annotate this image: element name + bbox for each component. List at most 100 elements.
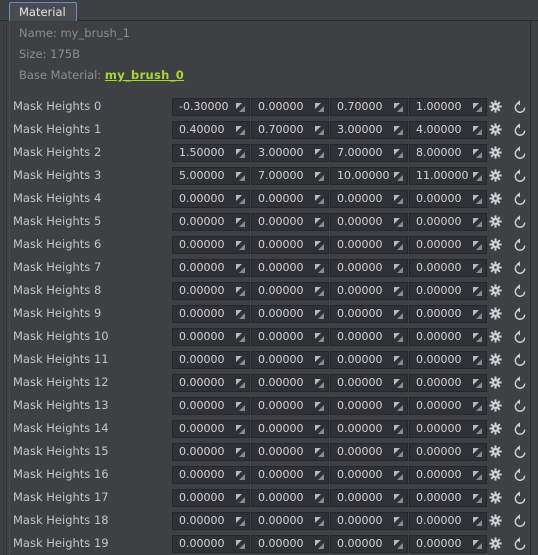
drag-spinner-icon[interactable] xyxy=(473,425,482,434)
drag-spinner-icon[interactable] xyxy=(473,126,482,135)
number-field[interactable]: 0.00000 xyxy=(330,443,408,461)
number-field[interactable]: 0.00000 xyxy=(409,443,487,461)
number-field[interactable]: 0.00000 xyxy=(172,282,250,300)
drag-spinner-icon[interactable] xyxy=(236,310,245,319)
number-field[interactable]: 0.00000 xyxy=(251,236,329,254)
reset-arrow-icon[interactable] xyxy=(512,259,527,276)
number-field[interactable]: 0.70000 xyxy=(330,98,408,116)
number-field[interactable]: 0.00000 xyxy=(251,328,329,346)
drag-spinner-icon[interactable] xyxy=(394,218,403,227)
number-field[interactable]: 0.00000 xyxy=(330,190,408,208)
reset-arrow-icon[interactable] xyxy=(512,374,527,391)
number-field[interactable]: 0.00000 xyxy=(251,397,329,415)
number-field[interactable]: 0.00000 xyxy=(409,305,487,323)
number-field[interactable]: 0.00000 xyxy=(172,305,250,323)
drag-spinner-icon[interactable] xyxy=(236,540,245,549)
number-field[interactable]: 5.00000 xyxy=(172,167,250,185)
number-field[interactable]: 0.00000 xyxy=(172,512,250,530)
number-field[interactable]: 0.00000 xyxy=(251,190,329,208)
number-field[interactable]: 0.00000 xyxy=(409,535,487,553)
reset-arrow-icon[interactable] xyxy=(512,397,527,414)
drag-spinner-icon[interactable] xyxy=(394,264,403,273)
drag-spinner-icon[interactable] xyxy=(315,241,324,250)
drag-spinner-icon[interactable] xyxy=(473,264,482,273)
reset-arrow-icon[interactable] xyxy=(512,98,527,115)
drag-spinner-icon[interactable] xyxy=(394,540,403,549)
drag-spinner-icon[interactable] xyxy=(315,471,324,480)
drag-spinner-icon[interactable] xyxy=(394,149,403,158)
drag-spinner-icon[interactable] xyxy=(394,310,403,319)
drag-spinner-icon[interactable] xyxy=(473,310,482,319)
drag-spinner-icon[interactable] xyxy=(473,448,482,457)
drag-spinner-icon[interactable] xyxy=(236,517,245,526)
number-field[interactable]: 0.70000 xyxy=(251,121,329,139)
gear-icon[interactable] xyxy=(488,328,503,345)
number-field[interactable]: 1.50000 xyxy=(172,144,250,162)
number-field[interactable]: 0.00000 xyxy=(251,466,329,484)
drag-spinner-icon[interactable] xyxy=(473,471,482,480)
drag-spinner-icon[interactable] xyxy=(315,356,324,365)
number-field[interactable]: 0.00000 xyxy=(330,535,408,553)
number-field[interactable]: 0.00000 xyxy=(409,282,487,300)
drag-spinner-icon[interactable] xyxy=(473,241,482,250)
reset-arrow-icon[interactable] xyxy=(512,144,527,161)
gear-icon[interactable] xyxy=(488,236,503,253)
number-field[interactable]: 0.00000 xyxy=(330,466,408,484)
drag-spinner-icon[interactable] xyxy=(473,287,482,296)
drag-spinner-icon[interactable] xyxy=(236,333,245,342)
drag-spinner-icon[interactable] xyxy=(473,356,482,365)
number-field[interactable]: 0.00000 xyxy=(172,259,250,277)
drag-spinner-icon[interactable] xyxy=(236,471,245,480)
drag-spinner-icon[interactable] xyxy=(236,402,245,411)
number-field[interactable]: 0.00000 xyxy=(330,213,408,231)
drag-spinner-icon[interactable] xyxy=(315,287,324,296)
number-field[interactable]: 0.00000 xyxy=(172,328,250,346)
number-field[interactable]: 1.00000 xyxy=(409,98,487,116)
gear-icon[interactable] xyxy=(488,420,503,437)
drag-spinner-icon[interactable] xyxy=(473,402,482,411)
number-field[interactable]: 0.00000 xyxy=(251,213,329,231)
number-field[interactable]: 0.00000 xyxy=(330,236,408,254)
drag-spinner-icon[interactable] xyxy=(236,126,245,135)
reset-arrow-icon[interactable] xyxy=(512,351,527,368)
number-field[interactable]: 0.00000 xyxy=(172,236,250,254)
drag-spinner-icon[interactable] xyxy=(394,448,403,457)
gear-icon[interactable] xyxy=(488,351,503,368)
drag-spinner-icon[interactable] xyxy=(236,425,245,434)
reset-arrow-icon[interactable] xyxy=(512,305,527,322)
drag-spinner-icon[interactable] xyxy=(236,103,245,112)
reset-arrow-icon[interactable] xyxy=(512,190,527,207)
number-field[interactable]: 0.00000 xyxy=(409,466,487,484)
gear-icon[interactable] xyxy=(488,489,503,506)
drag-spinner-icon[interactable] xyxy=(394,471,403,480)
number-field[interactable]: 0.00000 xyxy=(330,512,408,530)
number-field[interactable]: 0.00000 xyxy=(172,535,250,553)
drag-spinner-icon[interactable] xyxy=(236,379,245,388)
number-field[interactable]: 0.00000 xyxy=(330,351,408,369)
number-field[interactable]: 0.00000 xyxy=(409,512,487,530)
number-field[interactable]: 0.00000 xyxy=(409,489,487,507)
number-field[interactable]: 0.00000 xyxy=(172,443,250,461)
drag-spinner-icon[interactable] xyxy=(473,540,482,549)
reset-arrow-icon[interactable] xyxy=(512,213,527,230)
gear-icon[interactable] xyxy=(488,374,503,391)
drag-spinner-icon[interactable] xyxy=(315,149,324,158)
number-field[interactable]: 8.00000 xyxy=(409,144,487,162)
drag-spinner-icon[interactable] xyxy=(315,448,324,457)
number-field[interactable]: 0.00000 xyxy=(330,282,408,300)
drag-spinner-icon[interactable] xyxy=(473,517,482,526)
number-field[interactable]: 0.00000 xyxy=(251,98,329,116)
drag-spinner-icon[interactable] xyxy=(473,103,482,112)
drag-spinner-icon[interactable] xyxy=(473,333,482,342)
gear-icon[interactable] xyxy=(488,466,503,483)
number-field[interactable]: 0.40000 xyxy=(172,121,250,139)
number-field[interactable]: 0.00000 xyxy=(251,535,329,553)
number-field[interactable]: 0.00000 xyxy=(172,397,250,415)
number-field[interactable]: 7.00000 xyxy=(251,167,329,185)
reset-arrow-icon[interactable] xyxy=(512,282,527,299)
drag-spinner-icon[interactable] xyxy=(236,287,245,296)
number-field[interactable]: 0.00000 xyxy=(409,190,487,208)
drag-spinner-icon[interactable] xyxy=(236,149,245,158)
number-field[interactable]: 0.00000 xyxy=(330,489,408,507)
drag-spinner-icon[interactable] xyxy=(394,126,403,135)
